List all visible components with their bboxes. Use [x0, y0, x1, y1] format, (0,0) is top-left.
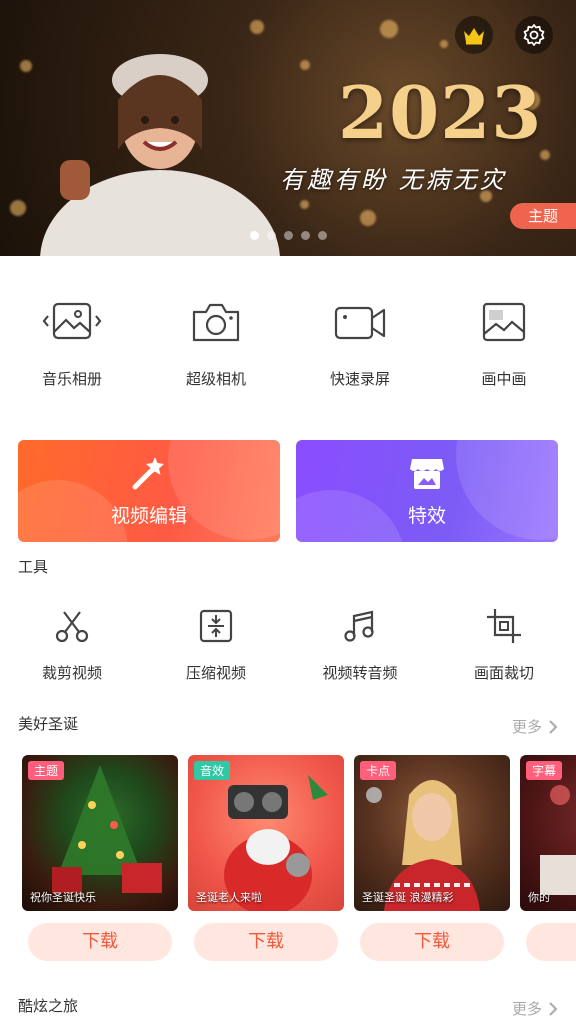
template-thumbnail[interactable]: 字幕 你的	[520, 755, 576, 911]
quick-label: 画中画	[481, 370, 527, 388]
quick-picture-in-picture[interactable]: 画中画	[432, 296, 576, 389]
music-note-icon	[344, 610, 374, 642]
template-badge: 音效	[194, 761, 231, 780]
banner-slogan: 有趣有盼 无病无灾	[280, 166, 507, 194]
picture-in-picture-icon	[482, 302, 526, 342]
christmas-template-list[interactable]: 主题 祝你圣诞快乐 下载 音效 圣诞老人来啦 下载 卡点 圣诞圣诞 浪漫精彩 下…	[22, 755, 576, 965]
quick-features: 音乐相册 超级相机 快速录屏 画中画	[0, 296, 576, 389]
carousel-dot[interactable]	[318, 231, 327, 240]
template-caption: 圣诞老人来啦	[196, 891, 262, 904]
quick-super-camera[interactable]: 超级相机	[144, 296, 288, 389]
tool-compress-video[interactable]: 压缩视频	[144, 606, 288, 683]
download-button[interactable]: 下载	[360, 923, 504, 961]
template-badge: 主题	[28, 761, 65, 780]
banner-photo	[40, 54, 280, 256]
template-thumbnail[interactable]: 主题 祝你圣诞快乐	[22, 755, 178, 911]
download-button[interactable]: 下载	[194, 923, 338, 961]
cool-trip-section-title: 酷炫之旅	[18, 997, 79, 1015]
christmas-section-title: 美好圣诞	[18, 715, 79, 733]
carousel-dot[interactable]	[250, 231, 259, 240]
template-caption: 你的	[528, 891, 550, 904]
download-button[interactable]: 下载	[28, 923, 172, 961]
quick-screen-record[interactable]: 快速录屏	[288, 296, 432, 389]
template-badge: 字幕	[526, 761, 563, 780]
gear-icon	[523, 24, 545, 46]
tool-label: 压缩视频	[185, 664, 246, 682]
crop-icon	[487, 609, 521, 643]
video-edit-label: 视频编辑	[110, 505, 187, 527]
settings-button[interactable]	[515, 16, 553, 54]
magic-wand-icon	[132, 457, 164, 490]
chevron-right-icon	[549, 719, 558, 734]
christmas-more-link[interactable]: 更多	[512, 716, 558, 737]
template-thumbnail[interactable]: 音效 圣诞老人来啦	[188, 755, 344, 911]
template-card[interactable]: 卡点 圣诞圣诞 浪漫精彩 下载	[354, 755, 510, 961]
effects-label: 特效	[407, 505, 446, 527]
download-button[interactable]: 下载	[526, 923, 576, 961]
tool-video-to-audio[interactable]: 视频转音频	[288, 606, 432, 683]
tool-label: 视频转音频	[322, 664, 398, 682]
quick-music-album[interactable]: 音乐相册	[0, 296, 144, 389]
crown-icon	[464, 28, 484, 45]
tools-grid: 裁剪视频 压缩视频 视频转音频 画面裁切	[0, 606, 576, 683]
template-caption: 祝你圣诞快乐	[30, 891, 96, 904]
banner-year: 2023	[338, 70, 543, 155]
tool-label: 裁剪视频	[41, 664, 102, 682]
scissors-icon	[55, 611, 89, 643]
template-card[interactable]: 字幕 你的 下载	[520, 755, 576, 961]
quick-label: 快速录屏	[329, 370, 390, 388]
template-thumbnail[interactable]: 卡点 圣诞圣诞 浪漫精彩	[354, 755, 510, 911]
screen-record-icon	[334, 306, 386, 340]
template-badge: 卡点	[360, 761, 397, 780]
template-card[interactable]: 主题 祝你圣诞快乐 下载	[22, 755, 178, 961]
carousel-dot[interactable]	[301, 231, 310, 240]
vip-crown-button[interactable]	[455, 16, 493, 54]
camera-icon	[192, 303, 240, 342]
quick-label: 音乐相册	[41, 370, 102, 388]
banner-carousel[interactable]: 2023 有趣有盼 无病无灾 主题	[0, 0, 576, 256]
compress-icon	[199, 609, 233, 643]
carousel-dot[interactable]	[284, 231, 293, 240]
tool-label: 画面裁切	[473, 664, 534, 682]
effects-card[interactable]: 特效	[296, 440, 558, 542]
tool-trim-video[interactable]: 裁剪视频	[0, 606, 144, 683]
tool-crop-frame[interactable]: 画面裁切	[432, 606, 576, 683]
cool-trip-more-link[interactable]: 更多	[512, 998, 558, 1019]
quick-label: 超级相机	[185, 370, 246, 388]
tools-section-title: 工具	[18, 558, 49, 576]
carousel-dots	[250, 231, 327, 240]
more-label: 更多	[511, 1000, 542, 1018]
template-caption: 圣诞圣诞 浪漫精彩	[362, 891, 454, 904]
more-label: 更多	[511, 718, 542, 736]
music-album-icon	[42, 302, 102, 340]
banner-tag[interactable]: 主题	[510, 203, 576, 229]
store-icon	[410, 459, 444, 489]
video-edit-card[interactable]: 视频编辑	[18, 440, 280, 542]
template-card[interactable]: 音效 圣诞老人来啦 下载	[188, 755, 344, 961]
carousel-dot[interactable]	[267, 231, 276, 240]
chevron-right-icon	[549, 1001, 558, 1016]
